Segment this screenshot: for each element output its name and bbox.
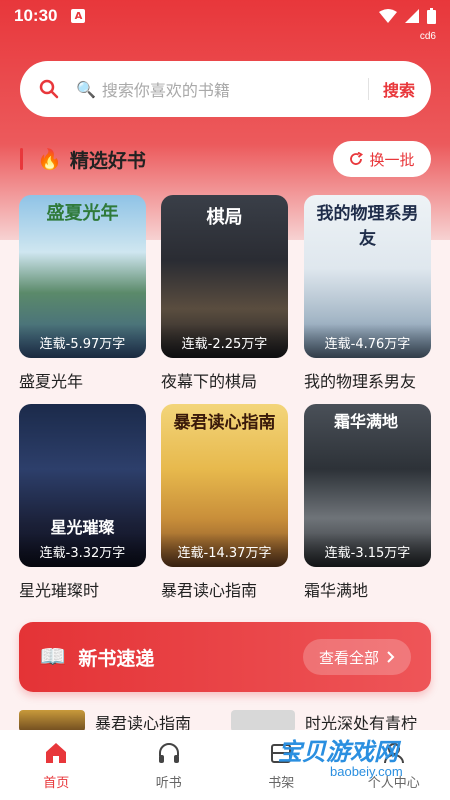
book-status-tag: 连载-4.76万字 (304, 324, 431, 358)
wifi-icon (379, 9, 397, 23)
book-card[interactable]: 棋局 连载-2.25万字 夜幕下的棋局 (161, 195, 288, 392)
magnifier-emoji-icon: 🔍 (76, 79, 96, 99)
refresh-button[interactable]: 换一批 (333, 141, 431, 177)
book-card[interactable]: 我的物理系男友 连载-4.76万字 我的物理系男友 (304, 195, 431, 392)
book-title: 夜幕下的棋局 (161, 372, 258, 391)
search-input[interactable]: 搜索你喜欢的书籍 (102, 77, 368, 101)
search-divider (367, 78, 369, 100)
tab-label: 首页 (43, 775, 70, 791)
book-cover: 盛夏光年 连载-5.97万字 (19, 195, 146, 358)
refresh-icon (350, 152, 364, 165)
headphones-icon (158, 742, 179, 763)
book-status-tag: 连载-2.25万字 (161, 324, 288, 358)
battery-icon (427, 8, 436, 24)
book-cover: 我的物理系男友 连载-4.76万字 (304, 195, 431, 358)
book-status-tag: 连载-3.15万字 (304, 533, 431, 567)
search-bar[interactable]: 🔍 搜索你喜欢的书籍 搜索 (20, 61, 431, 117)
search-button[interactable]: 搜索 (383, 77, 415, 101)
tab-home[interactable]: 首页 (0, 730, 113, 800)
fire-icon: 🔥 (37, 147, 62, 171)
status-icons (379, 8, 436, 24)
site-watermark: 宝贝游戏网 baobeiy.com (270, 728, 450, 788)
home-icon (46, 742, 67, 763)
book-card[interactable]: 星光璀璨 连载-3.32万字 星光璀璨时 (19, 404, 146, 601)
refresh-label: 换一批 (369, 150, 415, 169)
book-cover: 霜华满地 连载-3.15万字 (304, 404, 431, 567)
book-cover: 暴君读心指南 连载-14.37万字 (161, 404, 288, 567)
view-all-label: 查看全部 (318, 648, 379, 667)
watermark-url: baobeiy.com (330, 764, 403, 779)
tab-listen[interactable]: 听书 (113, 730, 226, 800)
book-cover: 星光璀璨 连载-3.32万字 (19, 404, 146, 567)
book-title: 星光璀璨时 (19, 581, 100, 600)
book-title: 暴君读心指南 (161, 581, 258, 600)
featured-header: 🔥 精选好书 换一批 (20, 140, 431, 178)
new-books-banner: 📖 新书速递 查看全部 (19, 622, 431, 692)
cover-title: 盛夏光年 (46, 203, 119, 224)
chevron-right-icon (387, 651, 395, 663)
book-status-tag: 连载-14.37万字 (161, 533, 288, 567)
book-thumbnail[interactable] (19, 710, 85, 732)
cover-title: 棋局 (206, 207, 243, 228)
status-time: 10:30 (14, 6, 58, 25)
book-status-tag: 连载-5.97万字 (19, 324, 146, 358)
book-title: 我的物理系男友 (304, 372, 417, 391)
book-title: 盛夏光年 (19, 372, 84, 391)
book-card[interactable]: 盛夏光年 连载-5.97万字 盛夏光年 (19, 195, 146, 392)
tab-label: 听书 (155, 775, 182, 791)
book-card[interactable]: 暴君读心指南 连载-14.37万字 暴君读心指南 (161, 404, 288, 601)
build-label: cd6 (419, 31, 436, 42)
watermark-text: 宝贝游戏网 (278, 738, 398, 766)
cover-title: 霜华满地 (334, 412, 399, 431)
status-bar: 10:30 A (0, 0, 450, 32)
signal-icon (405, 9, 419, 23)
book-cover: 棋局 连载-2.25万字 (161, 195, 288, 358)
section-accent-bar (20, 148, 23, 170)
book-card[interactable]: 霜华满地 连载-3.15万字 霜华满地 (304, 404, 431, 601)
open-book-icon: 📖 (39, 644, 67, 670)
featured-title: 精选好书 (69, 149, 146, 172)
cover-title: 暴君读心指南 (173, 413, 276, 433)
book-status-tag: 连载-3.32万字 (19, 533, 146, 567)
notification-icon: A (71, 9, 86, 23)
view-all-button[interactable]: 查看全部 (302, 639, 411, 675)
new-books-title: 新书速递 (78, 647, 155, 670)
cover-title: 我的物理系男友 (316, 204, 419, 249)
book-title: 霜华满地 (304, 581, 369, 600)
search-icon (39, 79, 59, 99)
